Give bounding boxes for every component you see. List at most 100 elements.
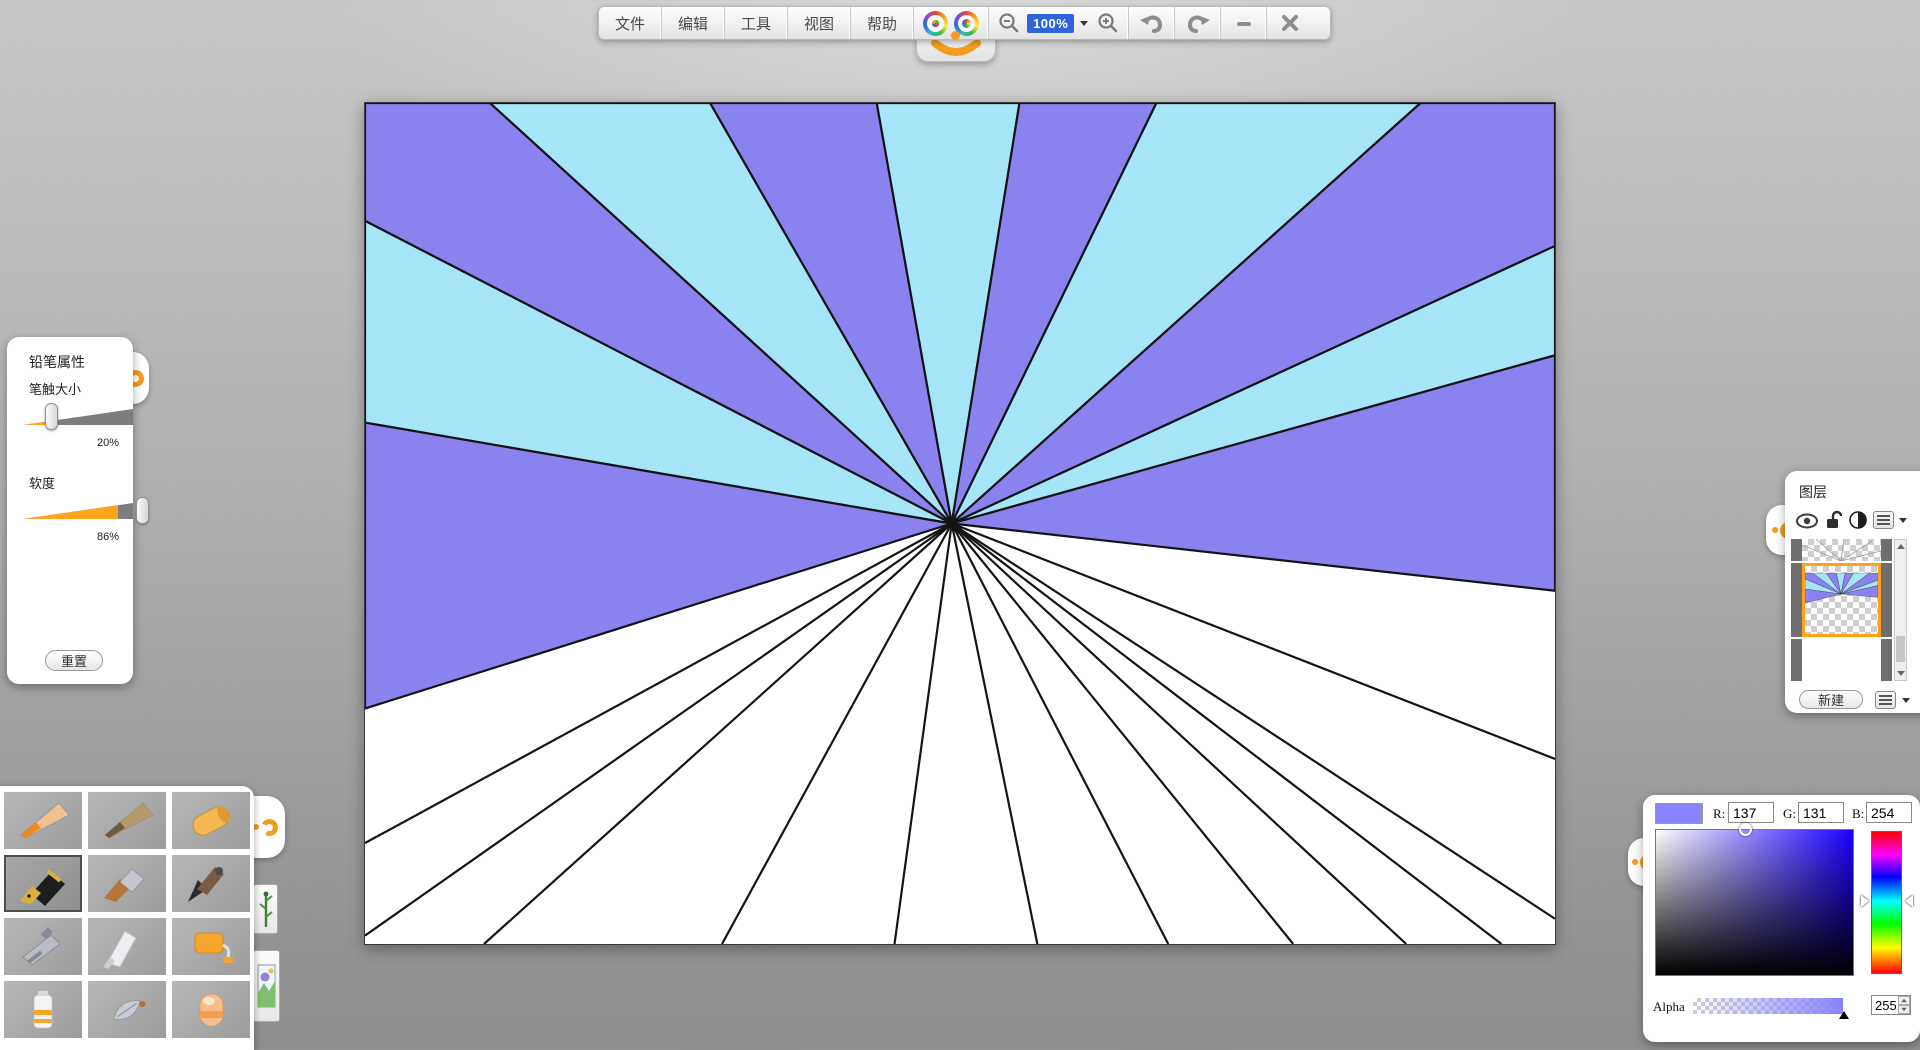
brush-size-slider[interactable] [23, 409, 133, 425]
layer-row-lineart[interactable] [1791, 539, 1892, 561]
layer-list-scrollbar[interactable] [1894, 539, 1907, 681]
thumb-letterbox [1881, 563, 1892, 637]
green-input[interactable] [1798, 802, 1844, 823]
bamboo-icon [258, 889, 274, 929]
metal-nib-icon [99, 988, 155, 1032]
saturation-value-square[interactable] [1655, 829, 1854, 976]
alpha-spin-down[interactable] [1898, 1005, 1910, 1014]
softness-fill [23, 503, 118, 519]
tool-metal-nib[interactable] [88, 981, 166, 1038]
softness-slider[interactable] [23, 503, 133, 519]
clown-nose-icon [951, 31, 960, 40]
starburst-drawing [365, 103, 1555, 944]
brush-size-fill [23, 409, 45, 425]
layers-panel: 图层 [1785, 471, 1920, 713]
layer-list-menu-arrow[interactable] [1902, 698, 1910, 703]
layer-visibility-eye-icon[interactable] [1795, 512, 1819, 530]
sv-cursor[interactable] [1739, 823, 1752, 836]
main-toolbar: 文件编辑工具视图帮助 100% [598, 6, 1331, 40]
handle-dot-icon [1632, 859, 1638, 865]
tool-ink-brush[interactable] [172, 855, 250, 912]
pencil-panel-title: 铅笔属性 [29, 352, 85, 372]
blue-input[interactable] [1866, 802, 1912, 823]
pencil-properties-panel: 铅笔属性 笔触大小 20% 软度 86% 重置 [7, 337, 133, 684]
hue-marker-left[interactable] [1861, 895, 1869, 907]
selected-layer-frame [1802, 563, 1881, 637]
ink-brush-icon [183, 862, 239, 906]
alpha-slider[interactable] [1693, 998, 1843, 1014]
alpha-value-box [1871, 995, 1911, 1015]
undo-button[interactable] [1129, 7, 1175, 39]
blue-label: B: [1852, 806, 1864, 822]
thumb-letterbox [1791, 539, 1802, 561]
redo-button[interactable] [1175, 7, 1221, 39]
layer-list-menu-button[interactable] [1875, 691, 1896, 709]
softness-thumb[interactable] [136, 497, 149, 524]
alpha-gradient [1693, 998, 1843, 1014]
canvas[interactable] [364, 102, 1556, 945]
thumb-letterbox [1791, 563, 1802, 637]
red-input[interactable] [1728, 802, 1774, 823]
layer-list [1791, 539, 1892, 681]
thumb-letterbox [1791, 639, 1802, 681]
layer-row-background[interactable] [1791, 639, 1892, 681]
layer-blend-menu-button[interactable] [1873, 511, 1894, 529]
layer-opacity-icon[interactable] [1849, 511, 1867, 529]
menu-item-0[interactable]: 文件 [599, 7, 662, 39]
tool-paint-roller[interactable] [172, 918, 250, 975]
scroll-thumb[interactable] [1896, 636, 1905, 662]
reference-plant-button[interactable] [253, 884, 278, 934]
palette-knife-icon [99, 925, 155, 969]
paint-tube-icon [15, 988, 71, 1032]
hue-bar[interactable] [1871, 831, 1902, 974]
menu-item-4[interactable]: 帮助 [851, 7, 914, 39]
tool-eraser[interactable] [172, 981, 250, 1038]
tool-airbrush[interactable] [4, 918, 82, 975]
tool-pencil[interactable] [4, 792, 82, 849]
minimize-button[interactable] [1221, 7, 1267, 39]
close-button[interactable] [1267, 7, 1313, 39]
scroll-up-button[interactable] [1895, 540, 1906, 553]
zoom-in-icon[interactable] [1096, 11, 1120, 35]
new-layer-button[interactable]: 新建 [1799, 690, 1863, 709]
layer-lock-icon[interactable] [1825, 510, 1842, 530]
clown-eye-left-icon[interactable] [923, 11, 948, 36]
tool-grid [4, 792, 248, 1038]
clown-smile-icon [930, 39, 982, 59]
handle-crescent-icon [259, 817, 280, 838]
reference-image-button[interactable] [253, 950, 280, 1022]
tool-charcoal-pencil[interactable] [88, 792, 166, 849]
alpha-spin-up[interactable] [1898, 996, 1910, 1005]
green-label: G: [1783, 806, 1796, 822]
menu-item-1[interactable]: 编辑 [662, 7, 725, 39]
menu-item-3[interactable]: 视图 [788, 7, 851, 39]
hue-marker-right[interactable] [1905, 895, 1913, 907]
thumb-letterbox [1881, 639, 1892, 681]
eraser-icon [183, 988, 239, 1032]
tool-flat-brush[interactable] [88, 855, 166, 912]
picture-icon [257, 957, 276, 1015]
zoom-out-icon[interactable] [997, 11, 1021, 35]
softness-value: 86% [97, 531, 119, 543]
zoom-dropdown-arrow[interactable] [1080, 21, 1088, 26]
tool-paint-tube[interactable] [4, 981, 82, 1038]
layer-color-thumbnail [1805, 573, 1878, 615]
zoom-level-value[interactable]: 100% [1027, 14, 1074, 33]
layer-lineart-thumbnail [1802, 539, 1881, 561]
tool-pastel[interactable] [172, 792, 250, 849]
brush-size-thumb[interactable] [45, 403, 58, 430]
pastel-icon [183, 799, 239, 843]
alpha-thumb[interactable] [1839, 1011, 1849, 1019]
tool-fountain-pen[interactable] [4, 855, 82, 912]
menu-item-2[interactable]: 工具 [725, 7, 788, 39]
current-color-swatch [1655, 803, 1703, 824]
layer-row-color-selected[interactable] [1791, 563, 1892, 637]
layer-menu-arrow[interactable] [1899, 518, 1907, 523]
tool-palette-knife[interactable] [88, 918, 166, 975]
layers-panel-title: 图层 [1799, 482, 1827, 502]
reset-button[interactable]: 重置 [45, 650, 103, 671]
scroll-down-button[interactable] [1895, 667, 1906, 680]
fountain-pen-icon [15, 862, 71, 906]
alpha-input[interactable] [1872, 998, 1896, 1013]
tool-palette [0, 786, 254, 1050]
